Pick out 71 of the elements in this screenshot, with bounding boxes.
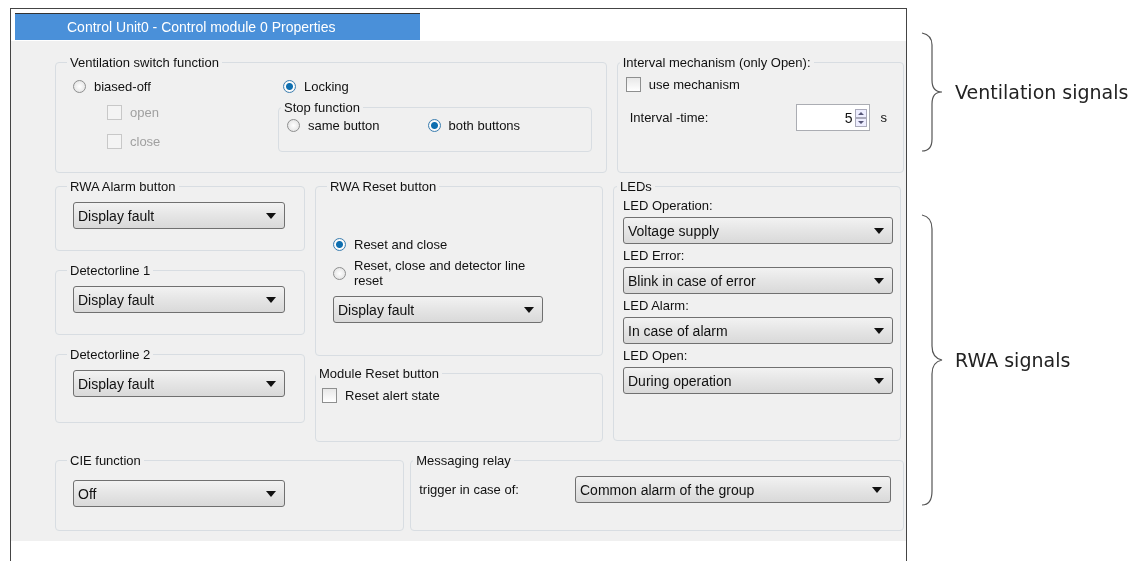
- radio-option[interactable]: same button: [287, 115, 380, 135]
- dropdown[interactable]: During operation: [623, 367, 893, 394]
- group-title: Stop function: [283, 100, 361, 115]
- dropdown[interactable]: Off: [73, 480, 285, 507]
- field-label: LED Alarm:: [623, 298, 690, 313]
- radio-label: Locking: [304, 78, 349, 94]
- checkbox-label: Reset alert state: [345, 387, 440, 403]
- radio-label: Reset, close and detector line reset: [354, 258, 527, 288]
- radio-label: Reset and close: [354, 236, 448, 252]
- checkbox-label: use mechanism: [648, 76, 740, 92]
- dropdown[interactable]: Display fault: [73, 202, 285, 229]
- dropdown[interactable]: Display fault: [73, 286, 285, 313]
- field-label: LED Error:: [623, 248, 686, 263]
- annotation-label: RWA signals: [955, 349, 1071, 371]
- field-label: trigger in case of:: [419, 482, 519, 497]
- dropdown[interactable]: Display fault: [333, 296, 543, 323]
- group-title: Module Reset button: [318, 366, 440, 381]
- field-label: LED Operation:: [623, 198, 714, 213]
- radio-button[interactable]: [333, 237, 346, 251]
- radio-button[interactable]: [283, 79, 296, 93]
- group-title: Messaging relay: [415, 453, 512, 468]
- spinner-icon[interactable]: [854, 108, 867, 127]
- radio-option[interactable]: Reset, close and detector line reset: [333, 258, 592, 288]
- number-field[interactable]: 5: [795, 104, 870, 131]
- group-title: Detectorline 2: [69, 347, 152, 362]
- group-title: Ventilation switch function: [69, 55, 220, 70]
- caret-icon: [874, 227, 884, 234]
- radio-button[interactable]: [333, 266, 346, 280]
- checkbox-label: close: [130, 133, 161, 149]
- radio-option[interactable]: both buttons: [427, 115, 521, 135]
- field-label: Interval -time:: [629, 110, 709, 125]
- caret-icon: [524, 306, 534, 313]
- dropdown[interactable]: In case of alarm: [623, 317, 893, 344]
- checkbox-option[interactable]: Reset alert state: [322, 385, 592, 405]
- caret-icon: [874, 277, 884, 284]
- caret-icon: [872, 486, 882, 493]
- checkbox[interactable]: [625, 76, 641, 92]
- radio-label: both buttons: [448, 117, 521, 133]
- radio-option[interactable]: Locking: [283, 76, 596, 96]
- radio-button[interactable]: [427, 118, 441, 132]
- group-title: RWA Reset button: [329, 179, 438, 194]
- group-title: CIE function: [69, 453, 142, 468]
- radio-label: same button: [308, 117, 380, 133]
- dropdown[interactable]: Voltage supply: [623, 217, 893, 244]
- unit-label: s: [880, 110, 887, 125]
- caret-icon: [266, 380, 276, 387]
- brace-icon: [921, 32, 943, 152]
- window-title: Control Unit0 - Control module 0 Properties: [15, 13, 420, 40]
- radio-button[interactable]: [73, 79, 86, 93]
- caret-icon: [266, 212, 276, 219]
- group-title: LEDs: [619, 179, 653, 194]
- checkbox[interactable]: [322, 387, 337, 403]
- radio-label: biased-off: [94, 78, 151, 94]
- checkbox-option[interactable]: use mechanism: [625, 74, 893, 94]
- radio-option[interactable]: Reset and close: [333, 234, 592, 254]
- field-label: LED Open:: [623, 348, 689, 363]
- dropdown[interactable]: Common alarm of the group: [575, 476, 891, 503]
- caret-icon: [266, 296, 276, 303]
- checkbox-label: open: [130, 104, 159, 120]
- annotation-label: Ventilation signals: [955, 81, 1129, 103]
- dropdown[interactable]: Display fault: [73, 370, 285, 397]
- caret-icon: [874, 377, 884, 384]
- group-title: RWA Alarm button: [69, 179, 177, 194]
- brace-icon: [921, 214, 943, 506]
- caret-icon: [266, 490, 276, 497]
- group-title: Detectorline 1: [69, 263, 152, 278]
- radio-button[interactable]: [287, 118, 300, 132]
- radio-option[interactable]: biased-off: [73, 76, 283, 96]
- caret-icon: [874, 327, 884, 334]
- group-title: Interval mechanism (only Open):: [621, 55, 812, 70]
- dropdown[interactable]: Blink in case of error: [623, 267, 893, 294]
